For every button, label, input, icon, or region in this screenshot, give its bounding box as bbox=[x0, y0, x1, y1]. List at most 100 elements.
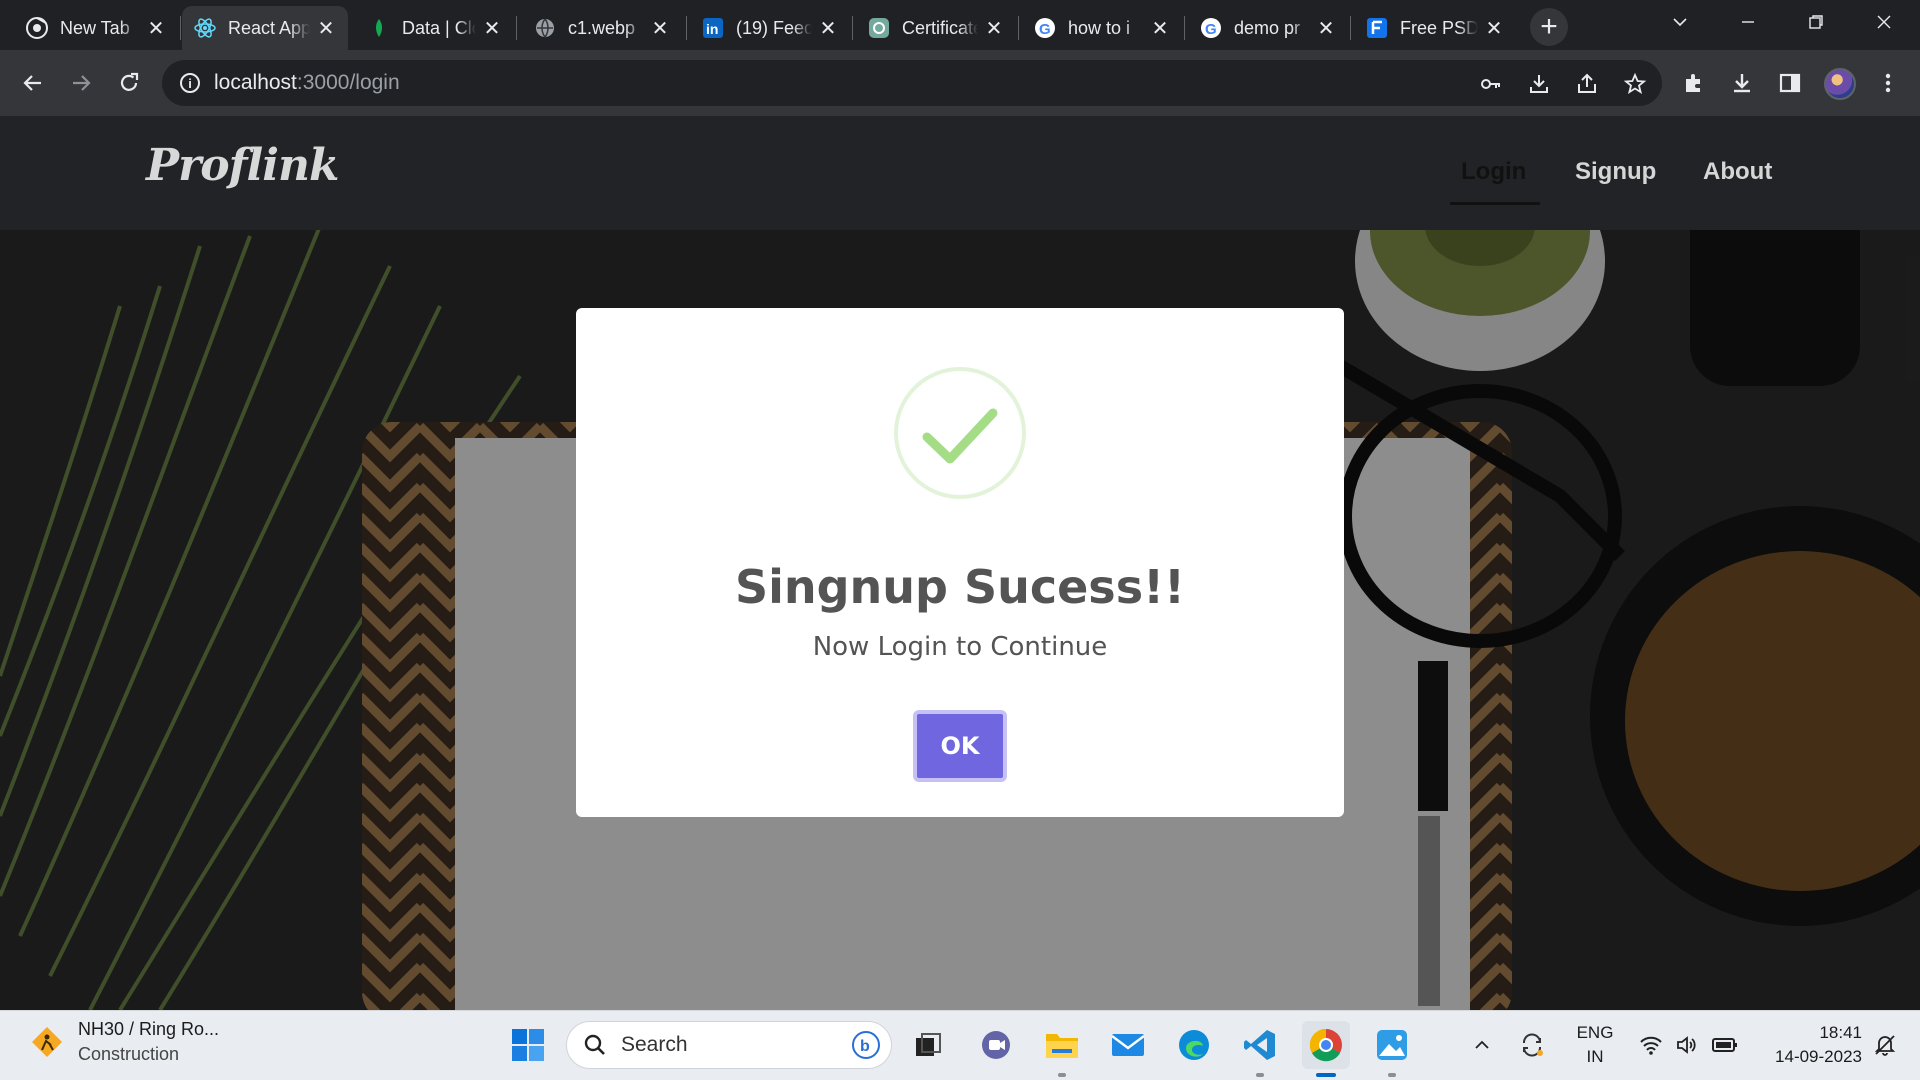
weather-subtitle: Construction bbox=[78, 1044, 180, 1064]
tab-divider bbox=[852, 16, 853, 40]
svg-text:in: in bbox=[706, 21, 718, 37]
running-indicator bbox=[1256, 1073, 1264, 1077]
profile-avatar[interactable] bbox=[1824, 68, 1856, 100]
nav-active-underline bbox=[1450, 202, 1540, 205]
new-tab-button[interactable]: + bbox=[1530, 8, 1568, 46]
tab-demo[interactable]: G demo pr ✕ bbox=[1188, 6, 1348, 50]
ok-button[interactable]: OK bbox=[913, 710, 1007, 782]
tab-search-chevron-icon[interactable] bbox=[1652, 0, 1708, 44]
site-logo[interactable]: Proflink bbox=[146, 140, 339, 191]
notifications-icon[interactable] bbox=[1868, 1021, 1902, 1069]
browser-toolbar: i localhost:3000/login bbox=[0, 50, 1920, 116]
close-icon[interactable]: ✕ bbox=[146, 18, 166, 40]
windows-taskbar: NH30 / Ring Ro... Construction Search b bbox=[0, 1010, 1920, 1080]
tab-free-psd[interactable]: Free PSD ✕ bbox=[1354, 6, 1516, 50]
edge-icon[interactable] bbox=[1170, 1021, 1218, 1069]
install-app-icon[interactable] bbox=[1526, 71, 1552, 97]
tab-c1-webp[interactable]: c1.webp ✕ bbox=[522, 6, 682, 50]
bookmark-star-icon[interactable] bbox=[1622, 71, 1648, 97]
minimize-button[interactable] bbox=[1720, 0, 1776, 44]
tab-title: demo pr bbox=[1234, 17, 1301, 38]
tab-title: New Tab bbox=[60, 17, 130, 38]
close-icon[interactable]: ✕ bbox=[482, 18, 502, 40]
chrome-icon bbox=[26, 17, 48, 39]
address-bar[interactable]: i localhost:3000/login bbox=[162, 60, 1662, 106]
volume-icon[interactable] bbox=[1672, 1021, 1702, 1069]
restore-button[interactable] bbox=[1788, 0, 1844, 44]
file-explorer-icon[interactable] bbox=[1038, 1021, 1086, 1069]
tab-divider bbox=[686, 16, 687, 40]
nav-signup[interactable]: Signup bbox=[1575, 158, 1656, 186]
success-dialog: Singnup Sucess!! Now Login to Continue O… bbox=[576, 308, 1344, 817]
close-icon[interactable]: ✕ bbox=[1484, 18, 1504, 40]
close-icon[interactable]: ✕ bbox=[984, 18, 1004, 40]
nav-login[interactable]: Login bbox=[1461, 158, 1526, 186]
dialog-message: Now Login to Continue bbox=[812, 632, 1108, 662]
openai-icon bbox=[868, 17, 890, 39]
close-icon[interactable]: ✕ bbox=[1150, 18, 1170, 40]
success-check-icon bbox=[894, 367, 1026, 499]
taskbar-search[interactable]: Search b bbox=[566, 1021, 892, 1069]
downloads-icon[interactable] bbox=[1728, 69, 1756, 97]
tab-divider bbox=[1018, 16, 1019, 40]
close-icon[interactable]: ✕ bbox=[650, 18, 670, 40]
share-icon[interactable] bbox=[1574, 71, 1600, 97]
side-panel-icon[interactable] bbox=[1776, 69, 1804, 97]
mail-icon[interactable] bbox=[1104, 1021, 1152, 1069]
google-icon: G bbox=[1034, 17, 1056, 39]
site-navbar: Proflink Login Signup About bbox=[0, 116, 1920, 230]
vscode-icon[interactable] bbox=[1236, 1021, 1284, 1069]
url-host: localhost bbox=[214, 71, 297, 94]
tab-title: Certificate bbox=[902, 17, 978, 38]
tab-title: React App bbox=[228, 17, 310, 38]
nav-about[interactable]: About bbox=[1703, 158, 1772, 186]
photos-icon[interactable] bbox=[1368, 1021, 1416, 1069]
battery-icon[interactable] bbox=[1708, 1021, 1742, 1069]
password-key-icon[interactable] bbox=[1478, 71, 1504, 97]
close-icon[interactable]: ✕ bbox=[1316, 18, 1336, 40]
google-icon: G bbox=[1200, 17, 1222, 39]
wifi-icon[interactable] bbox=[1636, 1021, 1666, 1069]
windows-start-icon[interactable] bbox=[504, 1021, 552, 1069]
tab-react-app[interactable]: React App ✕ bbox=[182, 6, 348, 50]
clock-date[interactable]: 14-09-2023 bbox=[1752, 1047, 1862, 1067]
bing-icon[interactable]: b bbox=[851, 1030, 881, 1060]
task-view-icon[interactable] bbox=[904, 1021, 952, 1069]
extensions-icon[interactable] bbox=[1680, 69, 1708, 97]
back-button[interactable] bbox=[13, 63, 53, 103]
reload-button[interactable] bbox=[109, 63, 149, 103]
clock-time[interactable]: 18:41 bbox=[1752, 1023, 1862, 1043]
active-indicator bbox=[1316, 1073, 1336, 1077]
tab-divider bbox=[1350, 16, 1351, 40]
tray-chevron-icon[interactable] bbox=[1466, 1021, 1498, 1069]
tab-divider bbox=[1184, 16, 1185, 40]
close-icon[interactable]: ✕ bbox=[316, 18, 336, 40]
close-window-button[interactable] bbox=[1856, 0, 1912, 44]
tab-certificate[interactable]: Certificate ✕ bbox=[856, 6, 1016, 50]
weather-widget[interactable]: NH30 / Ring Ro... Construction bbox=[30, 1019, 219, 1065]
tab-data-cloud[interactable]: Data | Cloud ✕ bbox=[356, 6, 514, 50]
weather-title: NH30 / Ring Ro... bbox=[78, 1019, 220, 1039]
sync-icon[interactable] bbox=[1514, 1021, 1550, 1069]
tab-linkedin-feed[interactable]: in (19) Feed ✕ bbox=[690, 6, 850, 50]
menu-kebab-icon[interactable] bbox=[1874, 69, 1902, 97]
react-icon bbox=[194, 17, 216, 39]
freepik-icon bbox=[1366, 17, 1388, 39]
language-primary[interactable]: ENG bbox=[1572, 1023, 1618, 1043]
running-indicator bbox=[1058, 1073, 1066, 1077]
chrome-taskbar-icon[interactable] bbox=[1302, 1021, 1350, 1069]
svg-text:G: G bbox=[1039, 21, 1051, 38]
linkedin-icon: in bbox=[702, 17, 724, 39]
tab-title: (19) Feed bbox=[736, 17, 812, 38]
language-secondary[interactable]: IN bbox=[1572, 1047, 1618, 1067]
forward-button[interactable] bbox=[61, 63, 101, 103]
dialog-title: Singnup Sucess!! bbox=[734, 560, 1186, 614]
tab-how-to[interactable]: G how to i ✕ bbox=[1022, 6, 1182, 50]
svg-text:b: b bbox=[860, 1038, 870, 1055]
site-info-icon[interactable]: i bbox=[180, 73, 200, 93]
search-icon bbox=[584, 1034, 605, 1055]
close-icon[interactable]: ✕ bbox=[818, 18, 838, 40]
teams-chat-icon[interactable] bbox=[972, 1021, 1020, 1069]
tab-new-tab[interactable]: New Tab ✕ bbox=[14, 6, 178, 50]
tab-title: Free PSD bbox=[1400, 17, 1478, 38]
